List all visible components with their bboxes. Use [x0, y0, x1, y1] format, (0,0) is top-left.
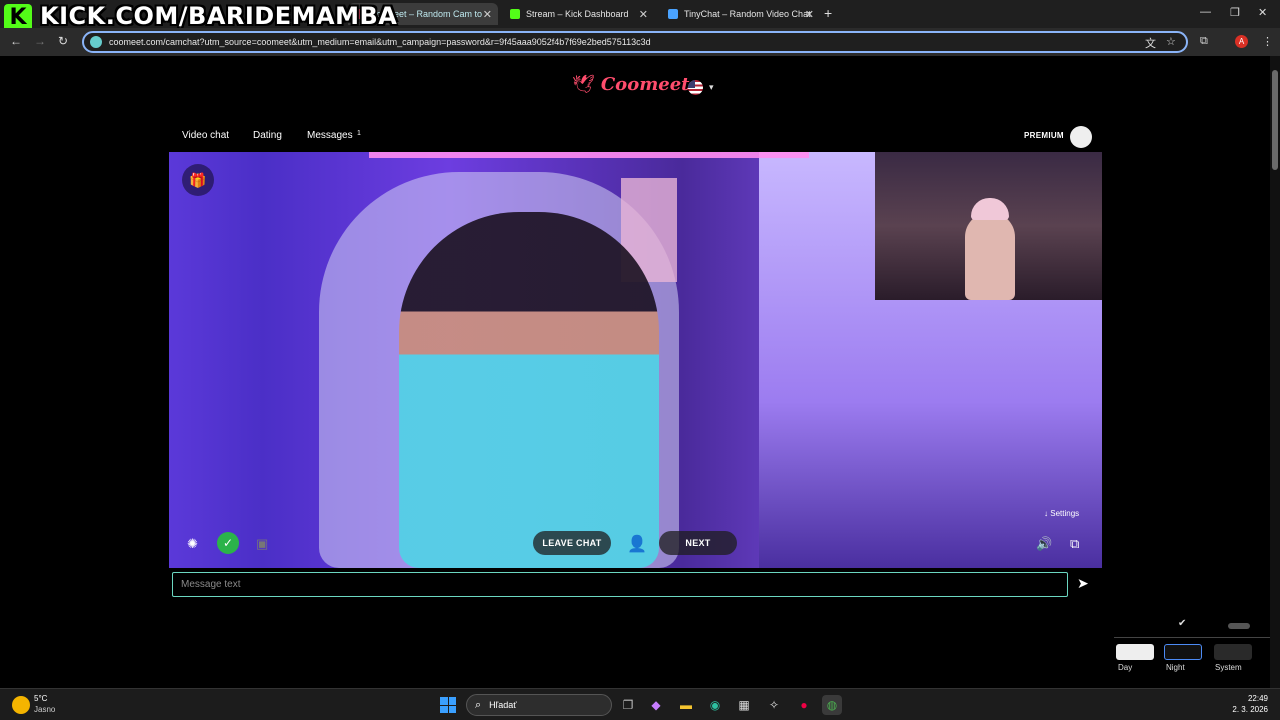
self-view-video [875, 152, 1102, 300]
weather-icon[interactable] [12, 696, 30, 714]
theme-day-label: Day [1118, 663, 1133, 672]
site-info-icon[interactable] [90, 36, 102, 48]
nav-video-chat[interactable]: Video chat [182, 130, 229, 141]
forward-arrow-icon[interactable]: → [34, 34, 46, 48]
clock-time[interactable]: 22:49 [1228, 694, 1268, 703]
windows-taskbar: 5°C Jasno ⌕ Hľadať ❐ ◆ ▬ ◉ ▦ ✧ ● ◍ 22:49… [0, 688, 1280, 720]
scrollbar-thumb[interactable] [1272, 70, 1278, 170]
us-flag-icon[interactable] [688, 80, 703, 95]
weather-condition: Jasno [34, 705, 56, 714]
clock-date[interactable]: 2. 3. 2026 [1228, 705, 1268, 714]
translate-icon[interactable]: 文 [1145, 35, 1156, 51]
theme-panel-handle[interactable] [1228, 623, 1250, 629]
coomeet-page: 🕊 Coomeet ▾ Video chat Dating Messages 1… [0, 56, 1270, 688]
self-person [965, 212, 1015, 300]
divider [1114, 637, 1270, 638]
browser-menu-icon[interactable]: ⋮ [1262, 35, 1273, 48]
chevron-down-icon[interactable]: ▾ [709, 82, 714, 93]
kick-favicon-icon [510, 9, 520, 19]
check-icon: ✔ [1178, 618, 1187, 629]
messages-count-badge: 1 [357, 130, 361, 137]
gift-icon[interactable]: 🎁 [182, 164, 214, 196]
tinychat-favicon-icon [668, 9, 678, 19]
copilot-icon[interactable]: ◆ [646, 695, 666, 715]
brand-name: Coomeet [600, 74, 690, 95]
minimize-icon[interactable]: — [1200, 6, 1211, 18]
profile-avatar[interactable]: A [1235, 35, 1248, 48]
picture-in-picture-icon[interactable]: ⧉ [1070, 536, 1079, 552]
add-friend-icon[interactable]: 👤 [627, 534, 647, 554]
partner-person [399, 212, 659, 568]
reload-icon[interactable]: ↻ [58, 34, 68, 48]
search-label: Hľadať [489, 700, 517, 710]
tab-tinychat[interactable]: TinyChat – Random Video Chat ✕ [662, 3, 820, 25]
extensions-icon[interactable]: ⧉ [1200, 35, 1208, 48]
theme-night-option[interactable] [1164, 644, 1202, 660]
theme-system-option[interactable] [1214, 644, 1252, 660]
tab-kick-dashboard[interactable]: Stream – Kick Dashboard ✕ [504, 3, 654, 25]
neon-light [369, 152, 809, 158]
verified-check-icon[interactable]: ✓ [217, 532, 239, 554]
self-hat [971, 198, 1009, 220]
task-view-icon[interactable]: ❐ [618, 695, 638, 715]
user-avatar[interactable] [1070, 126, 1092, 148]
back-arrow-icon[interactable]: ← [10, 34, 22, 48]
send-icon[interactable]: ➤ [1077, 575, 1089, 592]
app-icon[interactable]: ✧ [764, 695, 784, 715]
browser-toolbar: ← → ↻ coomeet.com/camchat?utm_source=coo… [0, 28, 1280, 56]
weather-temperature: 5°C [34, 694, 48, 703]
theme-day-option[interactable] [1116, 644, 1154, 660]
leave-chat-button[interactable]: LEAVE CHAT [533, 531, 611, 555]
stream-url-overlay: KICK.COM/BARIDEMAMBA [40, 2, 398, 30]
windows-start-icon[interactable] [440, 697, 456, 713]
new-tab-plus-icon[interactable]: + [824, 5, 832, 21]
chrome-icon[interactable]: ◍ [822, 695, 842, 715]
window-close-icon[interactable]: ✕ [1258, 6, 1267, 19]
search-icon: ⌕ [475, 698, 482, 711]
bookmark-star-icon[interactable]: ☆ [1166, 35, 1176, 48]
nav-dating[interactable]: Dating [253, 130, 282, 141]
restore-icon[interactable]: ❐ [1230, 6, 1240, 19]
message-input[interactable] [172, 572, 1068, 597]
close-icon[interactable]: ✕ [483, 8, 492, 21]
edge-icon[interactable]: ◉ [705, 695, 725, 715]
page-scrollbar[interactable] [1270, 56, 1280, 688]
coomeet-logo[interactable]: 🕊 Coomeet [572, 74, 689, 95]
next-button[interactable]: NEXT [659, 531, 737, 555]
taskbar-search[interactable]: ⌕ Hľadať [466, 694, 612, 716]
settings-label: Settings [1050, 509, 1080, 518]
settings-link[interactable]: ↓ Settings [1044, 509, 1079, 518]
camera-switch-icon[interactable]: ▣ [256, 536, 268, 552]
nav-messages[interactable]: Messages [307, 130, 353, 141]
bird-logo-icon: 🕊 [572, 74, 595, 94]
premium-link[interactable]: PREMIUM [1024, 131, 1064, 140]
close-icon[interactable]: ✕ [805, 8, 814, 21]
address-bar[interactable]: coomeet.com/camchat?utm_source=coomeet&u… [82, 31, 1188, 53]
theme-night-label: Night [1166, 663, 1185, 672]
volume-icon[interactable]: 🔊 [1036, 536, 1052, 552]
theme-system-label: System [1215, 663, 1242, 672]
address-url[interactable]: coomeet.com/camchat?utm_source=coomeet&u… [109, 37, 651, 47]
obs-icon[interactable]: ● [794, 695, 814, 715]
tab-title: TinyChat – Random Video Chat [684, 9, 811, 19]
file-explorer-icon[interactable]: ▬ [676, 695, 696, 715]
bug-report-icon[interactable]: ✺ [187, 536, 198, 552]
tab-title: Stream – Kick Dashboard [526, 9, 629, 19]
close-icon[interactable]: ✕ [639, 8, 648, 21]
store-icon[interactable]: ▦ [734, 695, 754, 715]
